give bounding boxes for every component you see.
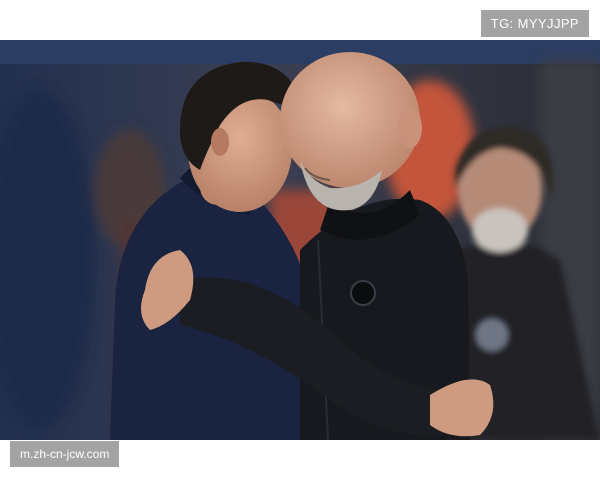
- photo-illustration: [0, 40, 600, 440]
- stand-roof: [0, 40, 600, 64]
- crest-badge: [350, 280, 376, 306]
- watermark-bottom: m.zh-cn-jcw.com: [10, 441, 120, 467]
- photo: [0, 40, 600, 440]
- watermark-top: TG: MYYJJPP: [480, 10, 589, 37]
